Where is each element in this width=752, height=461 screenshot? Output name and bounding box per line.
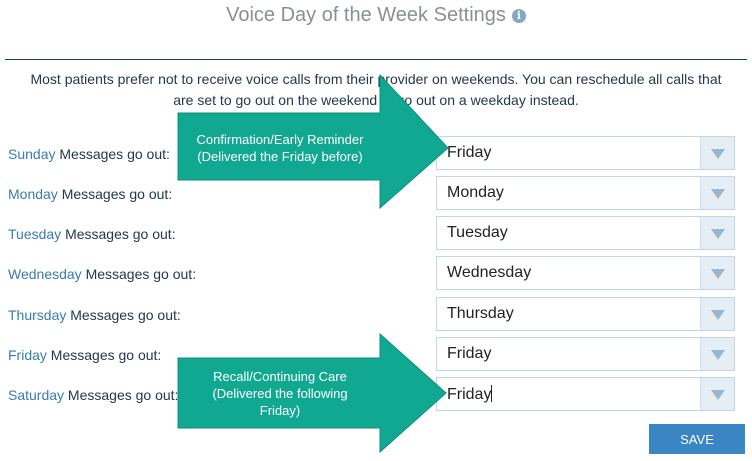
callout-line: Recall/Continuing Care bbox=[213, 369, 347, 384]
callout-line: Friday) bbox=[259, 403, 301, 418]
callout-text-recall: Recall/Continuing Care (Delivered the fo… bbox=[182, 368, 378, 419]
callout-line: (Delivered the following bbox=[212, 386, 348, 401]
callout-text-confirmation: Confirmation/Early Reminder (Delivered t… bbox=[182, 131, 378, 165]
callout-line: Confirmation/Early Reminder bbox=[196, 132, 364, 147]
callout-line: (Delivered the Friday before) bbox=[197, 149, 363, 164]
